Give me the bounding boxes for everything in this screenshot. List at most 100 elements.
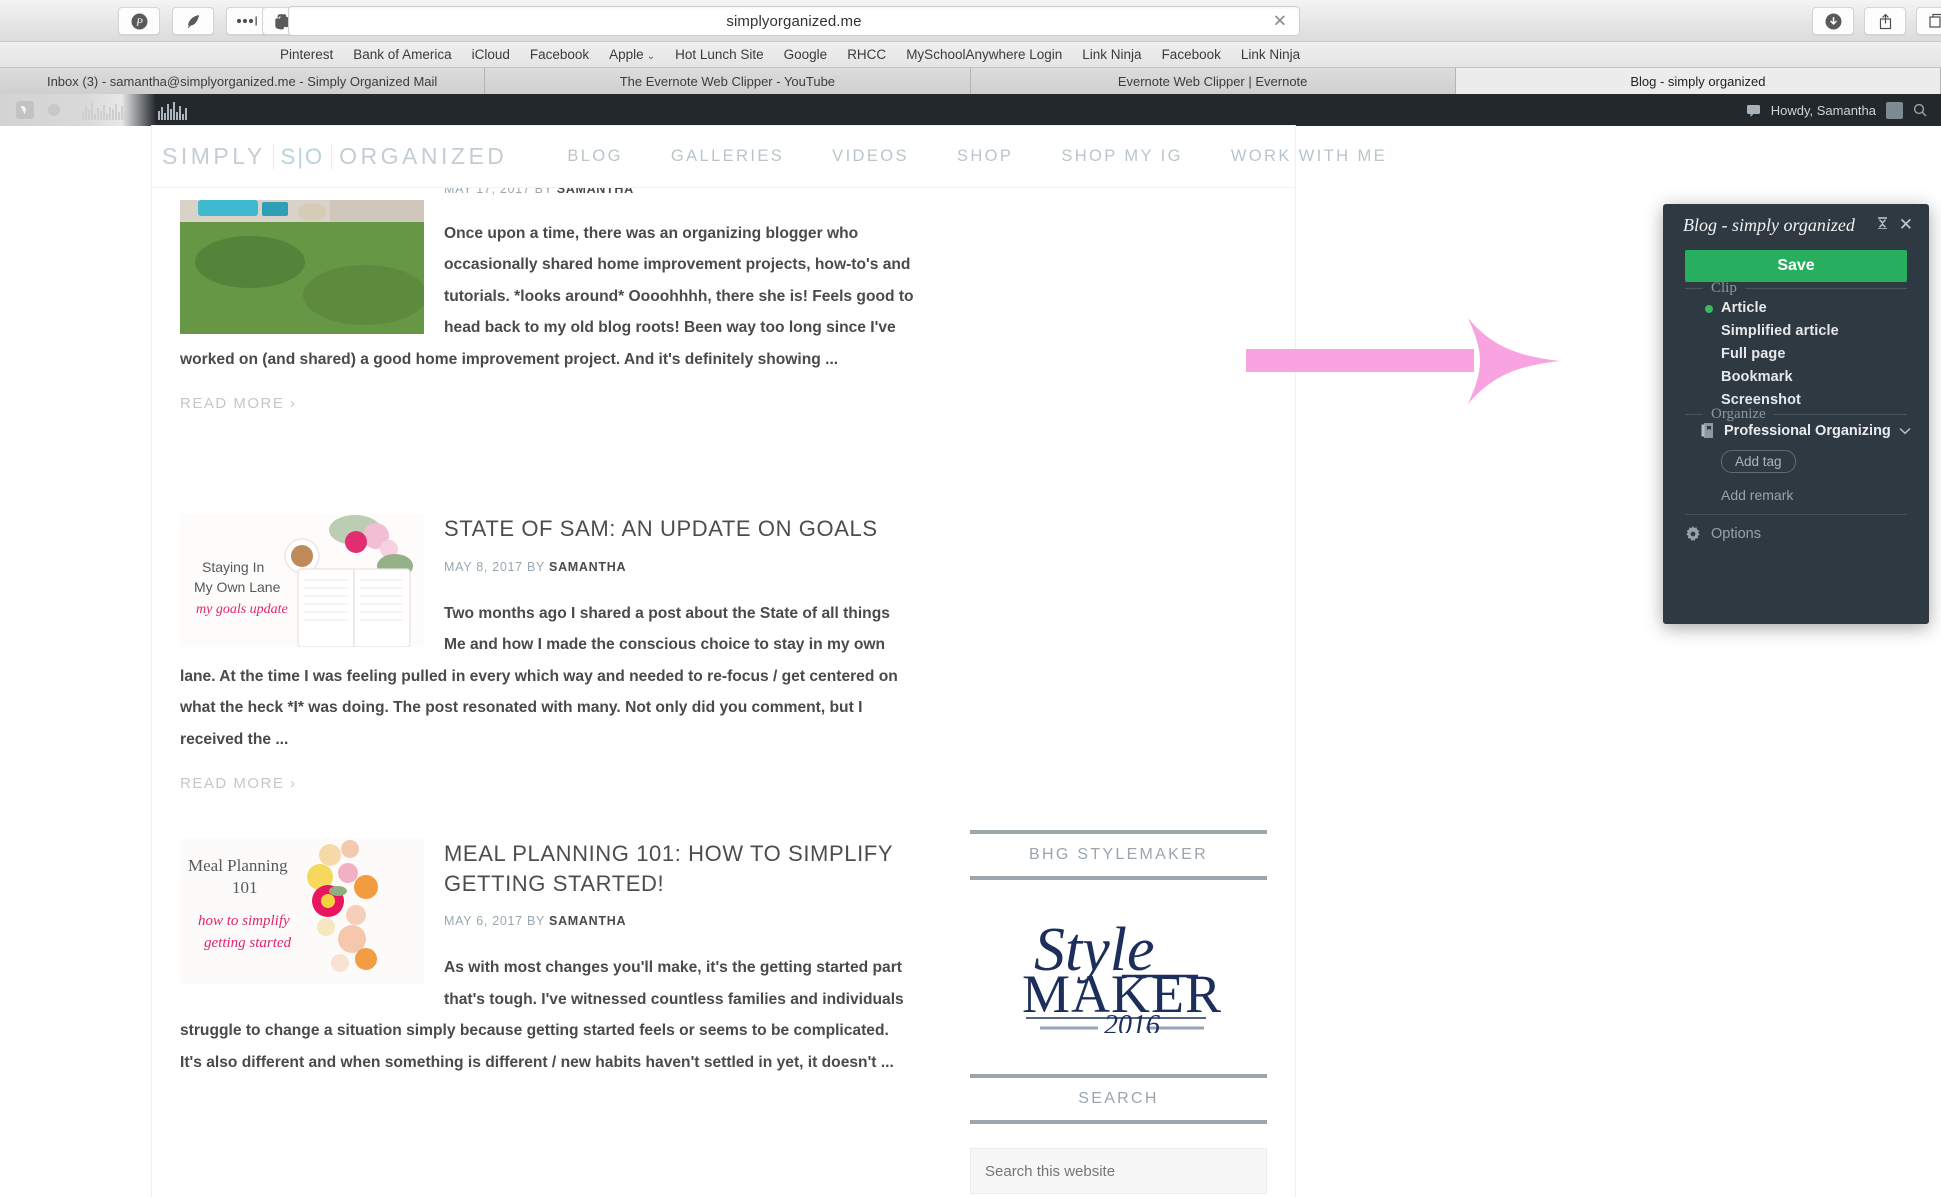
admin-bar-stats-icon: [158, 94, 187, 126]
bookmark-google[interactable]: Google: [784, 47, 828, 62]
site-header: SIMPLY S|O ORGANIZED BLOG GALLERIES VIDE…: [152, 126, 1385, 188]
read-more-link[interactable]: READ MORE ›: [180, 395, 297, 412]
show-tabs-icon[interactable]: [1916, 7, 1941, 35]
logo-text-organized: ORGANIZED: [339, 143, 508, 169]
thumb-caption-line1: Staying In: [202, 559, 264, 575]
bookmarks-bar: Pinterest Bank of America iCloud Faceboo…: [0, 42, 1941, 68]
notebook-name[interactable]: Professional Organizing: [1724, 423, 1891, 439]
blog-post-item: MAY 17, 2017 BY SAMANTHA Once upon a tim…: [152, 188, 942, 498]
divider: [1685, 288, 1703, 289]
nav-item-shop-my-ig[interactable]: SHOP MY IG: [1037, 147, 1207, 166]
pink-arrow-pointing-to-clipper: [1246, 316, 1560, 406]
widget-title: SEARCH: [970, 1074, 1267, 1124]
divider: [1773, 414, 1907, 415]
clip-option-bookmark[interactable]: Bookmark: [1721, 369, 1793, 385]
bookmark-pinterest[interactable]: Pinterest: [280, 47, 333, 62]
admin-bar-greeting: Howdy, Samantha: [1770, 102, 1876, 118]
admin-bar-left-overlay: [0, 94, 156, 126]
close-icon[interactable]: ✕: [1273, 13, 1287, 30]
add-tag-button[interactable]: Add tag: [1721, 450, 1796, 473]
widget-bhg-stylemaker: BHG STYLEMAKER Style MAKER 2016: [942, 830, 1295, 1048]
chevron-down-icon[interactable]: [1899, 427, 1911, 435]
divider: [1744, 288, 1907, 289]
thumb-caption-script2: getting started: [204, 935, 292, 951]
bookmark-bank-of-america[interactable]: Bank of America: [353, 47, 451, 62]
nav-item-work-with-me[interactable]: WORK WITH ME: [1207, 147, 1411, 166]
notebook-selector[interactable]: Professional Organizing: [1701, 422, 1911, 439]
divider: [1685, 414, 1703, 415]
selected-indicator-dot-icon: [1705, 305, 1713, 313]
search-input[interactable]: [970, 1148, 1267, 1194]
bookmark-hot-lunch-site[interactable]: Hot Lunch Site: [675, 47, 764, 62]
nav-item-shop[interactable]: SHOP: [933, 147, 1037, 166]
search-icon[interactable]: [1913, 103, 1927, 117]
logo-text-simply: SIMPLY: [162, 143, 266, 169]
clip-section-label: Clip: [1711, 280, 1737, 296]
tab-blog-simply-organized[interactable]: Blog - simply organized: [1455, 68, 1941, 94]
options-button[interactable]: Options: [1685, 526, 1761, 542]
pinterest-extension-icon[interactable]: P: [118, 7, 160, 35]
post-thumbnail[interactable]: [180, 200, 424, 334]
bookmark-facebook[interactable]: Facebook: [530, 47, 589, 62]
post-meta: MAY 17, 2017 BY SAMANTHA: [180, 188, 914, 196]
tab-evernote-youtube[interactable]: The Evernote Web Clipper - YouTube: [485, 68, 971, 94]
bookmark-link-ninja-2[interactable]: Link Ninja: [1241, 47, 1300, 62]
bookmark-facebook-2[interactable]: Facebook: [1162, 47, 1221, 62]
bookmark-myschoolanywhere-login[interactable]: MySchoolAnywhere Login: [906, 47, 1062, 62]
post-thumbnail[interactable]: Staying In My Own Lane my goals update: [180, 514, 424, 647]
bar-chart-icon: [158, 100, 187, 120]
url-text: simplyorganized.me: [726, 12, 862, 30]
post-date: MAY 6, 2017: [444, 914, 523, 929]
wordpress-admin-bar: Howdy, Samantha: [0, 94, 1941, 126]
bookmark-rhcc[interactable]: RHCC: [847, 47, 886, 62]
close-icon[interactable]: ✕: [1899, 216, 1913, 233]
post-author: SAMANTHA: [556, 188, 634, 196]
chevron-down-icon: ⌄: [646, 51, 656, 62]
organize-section-header: Organize: [1685, 406, 1907, 423]
bookmark-apple[interactable]: Apple ⌄: [609, 47, 655, 62]
evernote-web-clipper-panel: Blog - simply organized ✕ Save Clip Arti…: [1663, 204, 1929, 624]
tab-evernote-web-clipper[interactable]: Evernote Web Clipper | Evernote: [970, 68, 1456, 94]
page-viewport: Howdy, Samantha SIMPLY S|O ORGANIZED BLO…: [0, 94, 1941, 1197]
read-more-link[interactable]: READ MORE ›: [180, 775, 297, 792]
comment-bubble-icon[interactable]: [1746, 103, 1761, 118]
add-remark-field[interactable]: Add remark: [1721, 487, 1793, 503]
bookmark-link-ninja-1[interactable]: Link Ninja: [1082, 47, 1141, 62]
minimize-icon[interactable]: [1876, 216, 1889, 231]
post-by-label: BY: [527, 914, 545, 929]
nav-item-videos[interactable]: VIDEOS: [808, 147, 933, 166]
admin-bar-user-area[interactable]: Howdy, Samantha: [1746, 94, 1927, 126]
clip-option-simplified-article[interactable]: Simplified article: [1721, 323, 1839, 339]
address-bar[interactable]: simplyorganized.me ✕: [288, 6, 1300, 36]
site-logo[interactable]: SIMPLY S|O ORGANIZED: [152, 143, 507, 170]
share-icon[interactable]: [1864, 7, 1906, 35]
nav-item-galleries[interactable]: GALLERIES: [647, 147, 808, 166]
logo-monogram: S|O: [272, 144, 333, 170]
tab-inbox-mail[interactable]: Inbox (3) - samantha@simplyorganized.me …: [0, 68, 486, 94]
blog-post-item: Meal Planning 101 how to simplify gettin…: [152, 839, 942, 1078]
post-thumbnail[interactable]: Meal Planning 101 how to simplify gettin…: [180, 839, 424, 985]
nav-item-blog[interactable]: BLOG: [543, 147, 646, 166]
downloads-icon[interactable]: [1812, 7, 1854, 35]
post-thumbnail-image: [180, 200, 424, 334]
bar-chart-light-icon: [82, 100, 126, 120]
clip-option-article[interactable]: Article: [1721, 300, 1767, 316]
post-thumbnail-image: Staying In My Own Lane my goals update: [180, 514, 424, 647]
notebook-icon: [1701, 423, 1713, 438]
stylemaker-badge[interactable]: Style MAKER 2016: [970, 886, 1267, 1048]
save-button[interactable]: Save: [1685, 250, 1907, 282]
clip-option-full-page[interactable]: Full page: [1721, 346, 1786, 362]
thumb-caption-script1: how to simplify: [198, 913, 290, 929]
bookmarks-list: Pinterest Bank of America iCloud Faceboo…: [0, 47, 1300, 62]
clip-section-header: Clip: [1685, 280, 1907, 297]
bookmark-icloud[interactable]: iCloud: [472, 47, 510, 62]
clipper-header: Blog - simply organized ✕: [1663, 204, 1929, 246]
thumb-caption-line2: My Own Lane: [194, 579, 281, 595]
yoast-seo-icon[interactable]: [14, 99, 36, 121]
avatar[interactable]: [1886, 101, 1903, 119]
feather-extension-icon[interactable]: [172, 7, 214, 35]
post-by-label: BY: [534, 188, 553, 196]
post-by-label: BY: [527, 559, 545, 574]
blog-post-item: Staying In My Own Lane my goals update S…: [152, 514, 942, 793]
gear-icon: [1686, 526, 1700, 541]
